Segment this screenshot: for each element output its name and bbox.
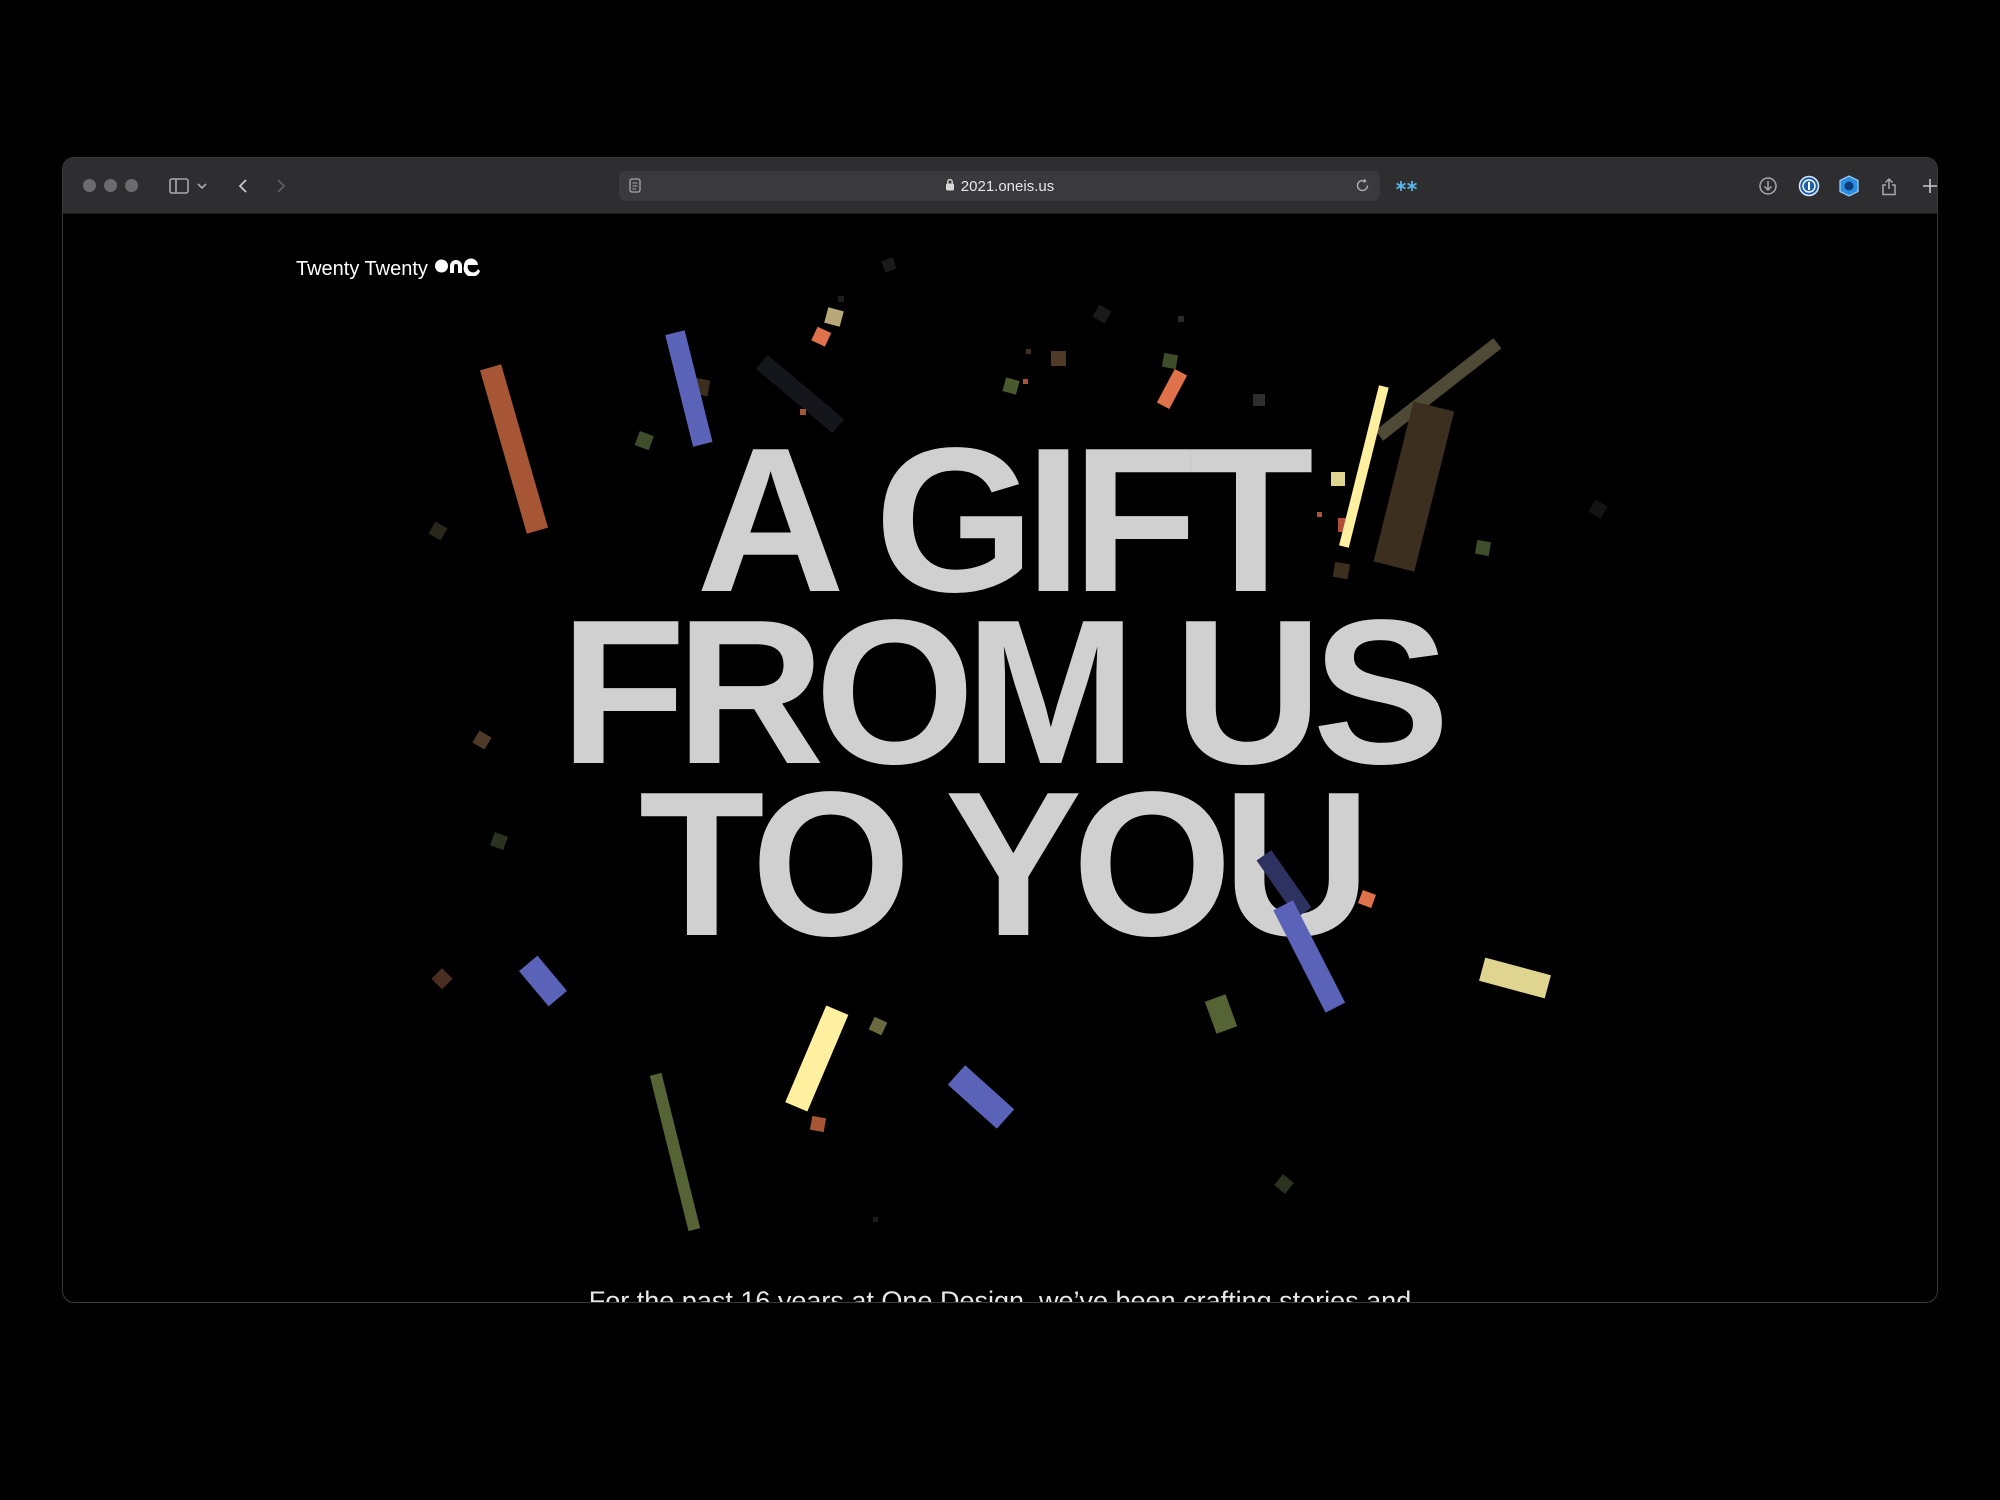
browser-toolbar: 2021.oneis.us bbox=[63, 158, 1937, 214]
close-window-button[interactable] bbox=[83, 179, 96, 192]
confetti-pieces-front bbox=[519, 368, 1551, 1232]
chevron-down-icon[interactable] bbox=[195, 172, 209, 200]
reader-icon[interactable] bbox=[629, 178, 641, 197]
shield-icon[interactable] bbox=[1838, 172, 1860, 200]
lock-icon bbox=[945, 178, 955, 195]
download-icon[interactable] bbox=[1757, 172, 1779, 200]
web-page: Twenty Twenty A GIFT FROM US TO YOU For … bbox=[63, 214, 1937, 1302]
minimize-window-button[interactable] bbox=[104, 179, 117, 192]
zoom-window-button[interactable] bbox=[125, 179, 138, 192]
forward-icon[interactable] bbox=[273, 172, 289, 200]
extension-icon[interactable] bbox=[1394, 172, 1420, 200]
address-bar[interactable]: 2021.oneis.us bbox=[619, 171, 1380, 201]
share-icon[interactable] bbox=[1879, 172, 1899, 200]
url-text: 2021.oneis.us bbox=[960, 177, 1055, 195]
confetti-front-layer bbox=[519, 368, 1551, 1232]
browser-window: 2021.oneis.us Twenty Twenty A GIFT FROM … bbox=[62, 157, 1938, 1303]
reload-icon[interactable] bbox=[1355, 178, 1370, 197]
new-tab-icon[interactable] bbox=[1920, 172, 1937, 200]
sidebar-icon[interactable] bbox=[167, 172, 191, 200]
back-icon[interactable] bbox=[235, 172, 251, 200]
intro-text: For the past 16 years at One Design, we’… bbox=[588, 1286, 1412, 1302]
password-manager-icon[interactable] bbox=[1798, 172, 1820, 200]
